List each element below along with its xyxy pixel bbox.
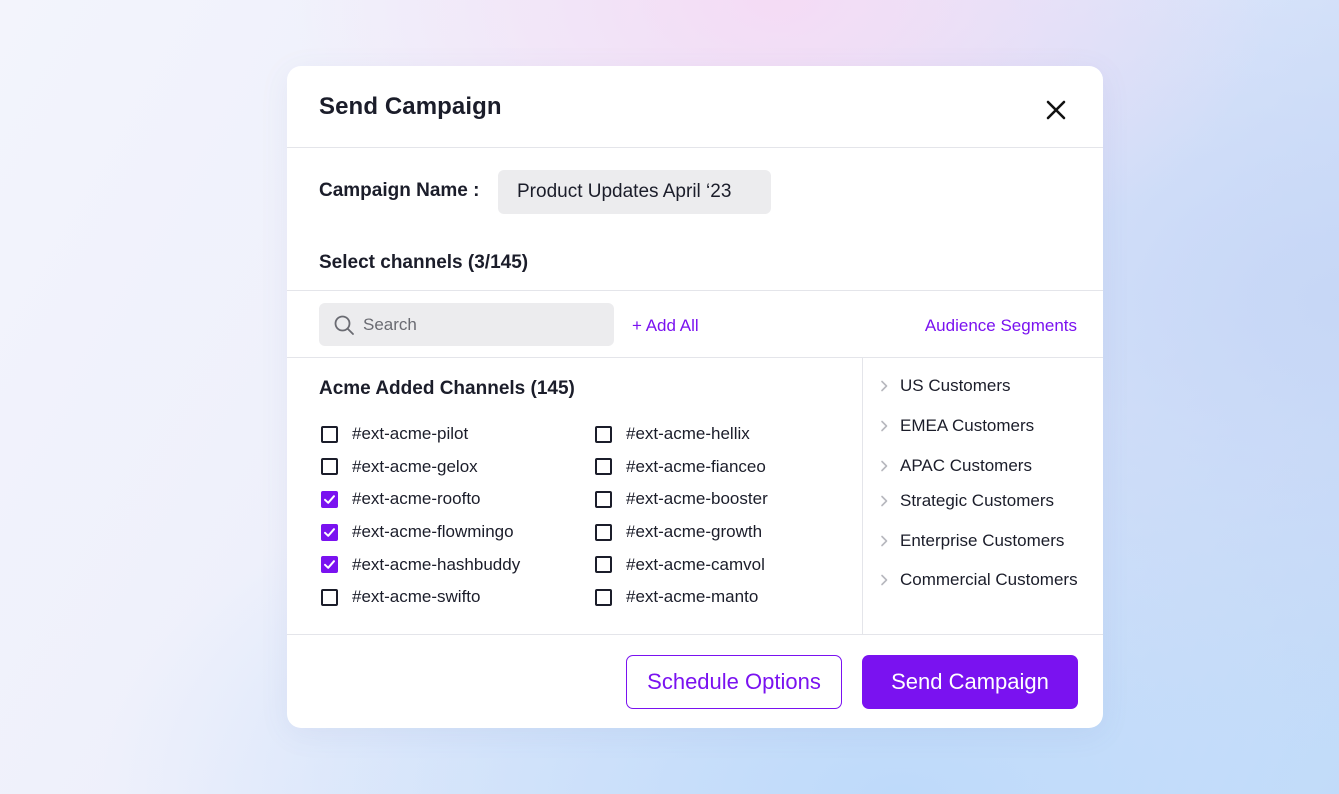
add-all-link[interactable]: + Add All (632, 316, 699, 336)
select-channels-label: Select channels (3/145) (319, 252, 529, 273)
channel-item[interactable]: #ext-acme-fianceo (595, 451, 768, 484)
checkbox[interactable] (595, 588, 612, 606)
search-icon (334, 315, 354, 335)
channel-column-1: #ext-acme-pilot #ext-acme-gelox #ext-acme-… (321, 418, 520, 614)
check-icon (324, 495, 335, 504)
segment-label: Enterprise Customers (900, 531, 1065, 550)
chevron-right-icon (881, 574, 888, 586)
channel-name: #ext-acme-camvol (626, 554, 765, 574)
schedule-options-button[interactable]: Schedule Options (626, 655, 842, 709)
channel-item[interactable]: #ext-acme-pilot (321, 418, 520, 451)
send-campaign-button[interactable]: Send Campaign (862, 655, 1078, 709)
channels-panel: Acme Added Channels (145) #ext-acme-pilo… (287, 358, 863, 634)
channel-toolbar: + Add All Audience Segments (287, 290, 1103, 358)
channel-name: #ext-acme-booster (626, 489, 768, 509)
checkbox-checked[interactable] (321, 523, 338, 541)
channel-name: #ext-acme-hashbuddy (352, 554, 521, 574)
channel-name: #ext-acme-pilot (352, 424, 469, 444)
channel-name: #ext-acme-swifto (352, 587, 481, 607)
checkbox[interactable] (595, 458, 612, 476)
channel-item[interactable]: #ext-acme-flowmingo (321, 516, 520, 549)
chevron-right-icon (881, 460, 888, 472)
channel-item[interactable]: #ext-acme-booster (595, 483, 768, 516)
search-box[interactable] (319, 303, 614, 346)
segment-label: EMEA Customers (900, 416, 1035, 435)
channel-item[interactable]: #ext-acme-swifto (321, 581, 520, 614)
send-campaign-modal: Send Campaign Campaign Name : Product Up… (287, 66, 1103, 728)
segment-item[interactable]: EMEA Customers (878, 416, 1034, 436)
checkbox[interactable] (321, 458, 338, 476)
segment-item[interactable]: Strategic Customers (878, 491, 1054, 511)
segment-label: Commercial Customers (900, 570, 1078, 589)
channel-name: #ext-acme-gelox (352, 456, 478, 476)
audience-segments-link[interactable]: Audience Segments (925, 316, 1077, 336)
channel-name: #ext-acme-manto (626, 587, 759, 607)
check-icon (324, 527, 335, 537)
segment-label: US Customers (900, 376, 1011, 395)
segment-item[interactable]: US Customers (878, 376, 1011, 396)
chevron-right-icon (881, 380, 888, 392)
checkbox-checked[interactable] (321, 556, 338, 574)
search-input[interactable] (363, 303, 603, 346)
checkbox[interactable] (595, 523, 612, 541)
channel-name: #ext-acme-growth (626, 522, 763, 542)
channel-item[interactable]: #ext-acme-hashbuddy (321, 548, 520, 581)
chevron-right-icon (881, 495, 888, 507)
campaign-name-field[interactable]: Product Updates April ‘23 (498, 170, 771, 214)
channels-heading: Acme Added Channels (145) (319, 378, 575, 399)
channel-name: #ext-acme-fianceo (626, 456, 766, 476)
channel-item[interactable]: #ext-acme-hellix (595, 418, 768, 451)
segment-item[interactable]: Enterprise Customers (878, 531, 1064, 551)
channel-item[interactable]: #ext-acme-manto (595, 581, 768, 614)
audience-segments-panel: US Customers EMEA Customers APAC Customers… (864, 358, 1103, 634)
chevron-right-icon (881, 535, 888, 547)
segment-item[interactable]: Commercial Customers (878, 570, 1078, 590)
checkbox[interactable] (595, 556, 612, 574)
segment-item[interactable]: APAC Customers (878, 456, 1032, 476)
chevron-right-icon (881, 420, 888, 432)
modal-title: Send Campaign (319, 93, 502, 120)
modal-footer: Schedule Options Send Campaign (287, 634, 1103, 728)
close-icon (1046, 100, 1066, 120)
segment-label: APAC Customers (900, 456, 1032, 475)
checkbox[interactable] (321, 425, 338, 443)
checkbox[interactable] (595, 490, 612, 508)
segment-label: Strategic Customers (900, 491, 1054, 510)
channel-name: #ext-acme-flowmingo (352, 522, 514, 542)
campaign-name-label: Campaign Name : (319, 180, 480, 201)
checkbox-checked[interactable] (321, 490, 338, 508)
channel-item[interactable]: #ext-acme-camvol (595, 548, 768, 581)
channel-item[interactable]: #ext-acme-roofto (321, 483, 520, 516)
close-button[interactable] (1042, 96, 1070, 124)
channel-column-2: #ext-acme-hellix #ext-acme-fianceo #ext-ac… (595, 418, 768, 614)
check-icon (324, 560, 335, 569)
modal-header: Send Campaign (287, 66, 1103, 148)
channel-name: #ext-acme-hellix (626, 424, 750, 444)
channel-item[interactable]: #ext-acme-growth (595, 516, 768, 549)
checkbox[interactable] (321, 588, 338, 606)
checkbox[interactable] (595, 425, 612, 443)
channel-name: #ext-acme-roofto (352, 489, 481, 509)
channel-item[interactable]: #ext-acme-gelox (321, 451, 520, 484)
